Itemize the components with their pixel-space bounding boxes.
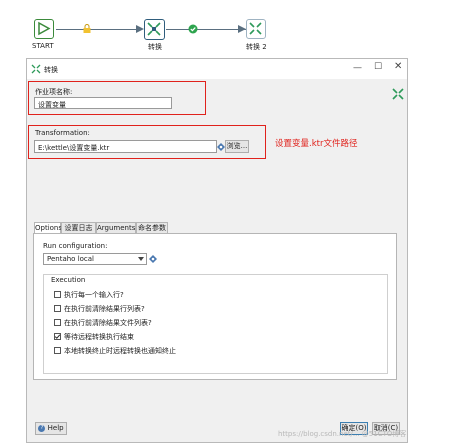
close-button[interactable]: ✕ xyxy=(394,61,402,72)
option-checkbox-0[interactable] xyxy=(54,291,61,298)
start-node-label: START xyxy=(32,42,54,50)
transform-icon xyxy=(392,88,404,100)
dialog-titlebar: 转换 — ☐ ✕ xyxy=(27,59,407,79)
hop-transform-transform2[interactable] xyxy=(166,29,246,30)
option-checkbox-2[interactable] xyxy=(54,319,61,326)
path-highlight xyxy=(28,125,266,159)
options-panel: Run configuration: Pentaho local Executi… xyxy=(33,233,397,380)
help-button-label: Help xyxy=(47,424,64,432)
option-checkbox-3[interactable] xyxy=(54,333,61,340)
transform-icon xyxy=(249,22,262,35)
play-icon xyxy=(38,21,51,36)
run-config-label: Run configuration: xyxy=(43,242,108,250)
lock-icon xyxy=(83,24,91,33)
option-checkbox-4[interactable] xyxy=(54,347,61,354)
help-button[interactable]: ? Help xyxy=(35,422,67,435)
help-icon: ? xyxy=(38,424,46,432)
arrow-head-icon xyxy=(136,25,144,33)
option-label-4: 本地转换终止时远程转换也通知终止 xyxy=(64,347,176,355)
check-circle-icon xyxy=(188,24,198,34)
arrow-head-icon xyxy=(238,25,246,33)
transform-node-label: 转换 xyxy=(148,43,162,51)
run-config-value: Pentaho local xyxy=(47,255,95,263)
variable-icon xyxy=(149,255,157,263)
transform2-node[interactable] xyxy=(246,19,266,39)
hop-start-transform[interactable] xyxy=(56,29,142,30)
transform-icon xyxy=(31,64,41,74)
transform-icon xyxy=(147,22,161,36)
option-checkbox-1[interactable] xyxy=(54,305,61,312)
check-icon xyxy=(54,334,61,339)
option-label-0: 执行每一个输入行? xyxy=(64,291,124,299)
execution-label: Execution xyxy=(50,276,87,284)
dialog-title: 转换 xyxy=(44,66,58,74)
option-label-1: 在执行前清除结果行列表? xyxy=(64,305,145,313)
execution-group: Execution 执行每一个输入行? 在执行前清除结果行列表? 在执行前清除结… xyxy=(43,274,388,374)
path-annotation: 设置变量.ktr文件路径 xyxy=(275,139,358,149)
transform-node[interactable] xyxy=(144,19,165,40)
chevron-down-icon xyxy=(138,257,144,261)
run-config-select[interactable]: Pentaho local xyxy=(43,253,147,265)
option-label-2: 在执行前清除结果文件列表? xyxy=(64,319,152,327)
transformation-dialog: 转换 — ☐ ✕ 作业项名称: 设置变量 Transformation: E:\… xyxy=(26,58,408,443)
option-label-3: 等待远程转换执行结束 xyxy=(64,333,134,341)
start-node[interactable] xyxy=(34,19,54,39)
maximize-button[interactable]: ☐ xyxy=(374,62,382,72)
watermark: https://blog.csdn.net/... @51CTO博客 xyxy=(278,430,407,438)
transform2-node-label: 转换 2 xyxy=(246,43,267,51)
job-name-highlight xyxy=(28,81,206,115)
minimize-button[interactable]: — xyxy=(353,63,362,73)
